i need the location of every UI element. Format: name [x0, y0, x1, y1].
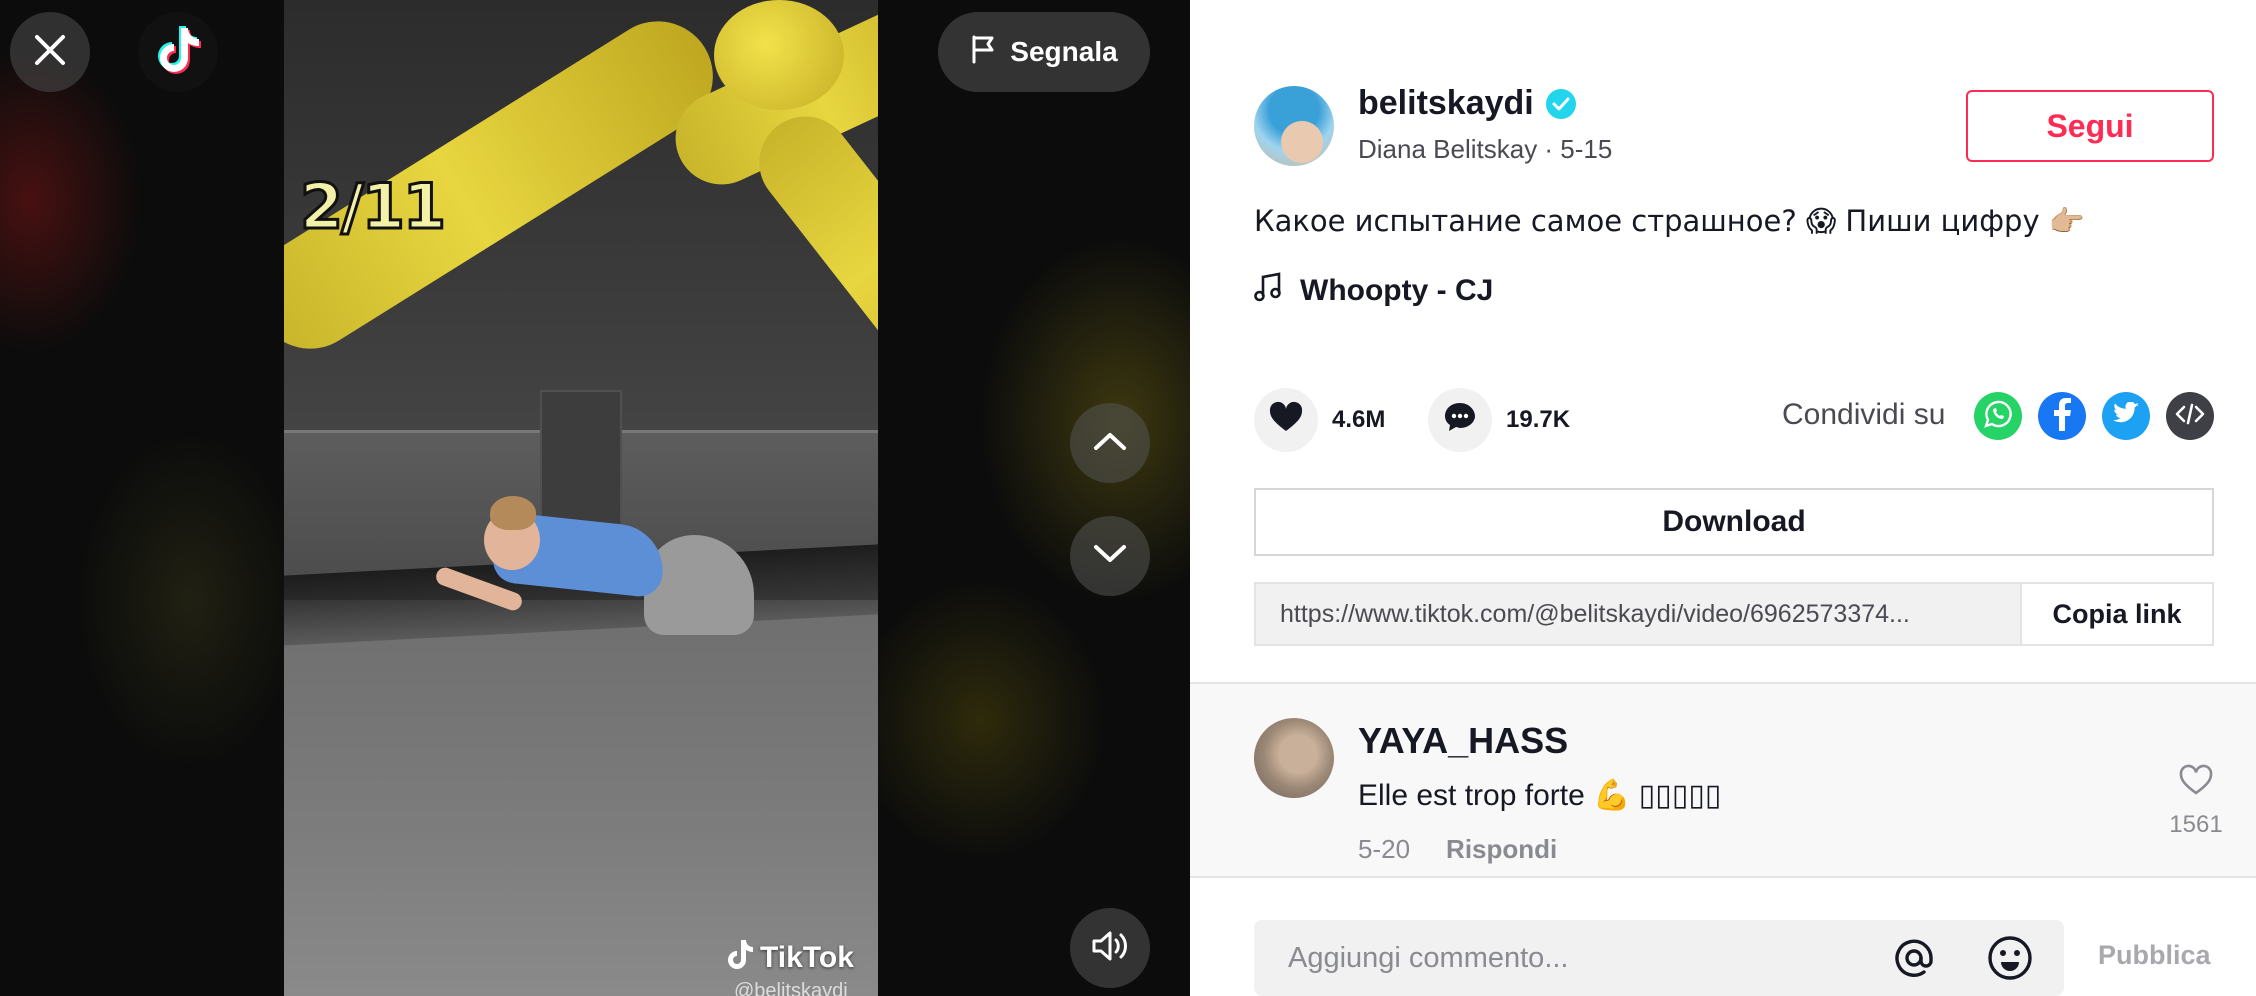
comment-stat[interactable]: 19.7K	[1428, 388, 1570, 452]
previous-video-button[interactable]	[1070, 403, 1150, 483]
author-username-row[interactable]: belitskaydi	[1358, 84, 1576, 123]
tiktok-video-page: 2/11 TikTok @belitskaydi Segnala belitsk…	[0, 0, 2256, 996]
comment-button[interactable]	[1428, 388, 1492, 452]
whatsapp-icon	[1983, 399, 2013, 434]
music-title: Whoopty - CJ	[1300, 274, 1494, 307]
comment-bubble-icon	[1443, 401, 1477, 440]
video-link-box: https://www.tiktok.com/@belitskaydi/vide…	[1254, 582, 2214, 646]
speaker-icon	[1091, 929, 1129, 968]
comment-input[interactable]: Aggiungi commento...	[1254, 920, 2064, 996]
flag-icon	[970, 34, 998, 71]
like-count: 4.6M	[1332, 406, 1386, 433]
comment-text: Elle est trop forte 💪 ▯▯▯▯▯	[1358, 779, 1722, 812]
tiktok-logo-icon	[155, 24, 201, 81]
comments-list: YAYA_HASS Elle est trop forte 💪 ▯▯▯▯▯ 5-…	[1190, 682, 2256, 876]
watermark-user: @belitskaydi	[734, 980, 848, 996]
like-stat[interactable]: 4.6M	[1254, 388, 1385, 452]
video-scene-beam-cap	[714, 0, 844, 110]
music-note-icon	[1254, 272, 1282, 310]
tiktok-home-button[interactable]	[138, 12, 218, 92]
author-username[interactable]: belitskaydi	[1358, 84, 1534, 123]
embed-code-icon	[2175, 403, 2205, 430]
comment-meta: 5-20 Rispondi	[1358, 834, 1557, 865]
facebook-icon	[2051, 397, 2073, 436]
download-button[interactable]: Download	[1254, 488, 2214, 556]
publish-button[interactable]: Pubblica	[2098, 940, 2211, 971]
embed-share-button[interactable]	[2166, 392, 2214, 440]
video-pane: 2/11 TikTok @belitskaydi Segnala	[0, 0, 1190, 996]
reply-button[interactable]: Rispondi	[1446, 834, 1557, 865]
video-scene-floor	[284, 600, 878, 996]
emoji-icon[interactable]	[1986, 934, 2034, 987]
music-link[interactable]: Whoopty - CJ	[1254, 272, 1493, 310]
comment-date: 5-20	[1358, 834, 1411, 864]
tiktok-logo-icon	[724, 938, 754, 978]
comment-username[interactable]: YAYA_HASS	[1358, 720, 1568, 762]
comment-avatar[interactable]	[1254, 718, 1334, 798]
heart-outline-icon	[2178, 764, 2214, 803]
twitter-icon	[2112, 400, 2140, 431]
facebook-share-button[interactable]	[2038, 392, 2086, 440]
chevron-up-icon	[1093, 431, 1127, 456]
video-counter-overlay: 2/11	[298, 169, 447, 245]
copy-link-button[interactable]: Copia link	[2020, 584, 2212, 644]
heart-icon	[1268, 401, 1304, 440]
close-icon	[33, 33, 67, 72]
mention-at-icon[interactable]	[1890, 934, 1938, 987]
comment-like-count: 1561	[2169, 811, 2223, 838]
video-scene-person-hair	[490, 496, 536, 530]
like-button[interactable]	[1254, 388, 1318, 452]
report-label: Segnala	[1010, 36, 1118, 67]
details-panel: belitskaydi Diana Belitskay · 5-15 Segui…	[1190, 0, 2256, 996]
author-avatar[interactable]	[1254, 86, 1334, 166]
video-player[interactable]: 2/11 TikTok @belitskaydi	[284, 0, 878, 996]
video-link-url[interactable]: https://www.tiktok.com/@belitskaydi/vide…	[1256, 584, 2020, 644]
watermark-brand: TikTok	[760, 941, 854, 974]
share-label: Condividi su	[1782, 398, 1946, 431]
report-button[interactable]: Segnala	[938, 12, 1150, 92]
video-watermark: TikTok	[724, 938, 854, 978]
whatsapp-share-button[interactable]	[1974, 392, 2022, 440]
volume-button[interactable]	[1070, 908, 1150, 988]
comment-composer: Aggiungi commento... Pubblica	[1190, 876, 2256, 996]
twitter-share-button[interactable]	[2102, 392, 2150, 440]
comment-count: 19.7K	[1506, 406, 1571, 433]
video-caption: Какое испытание самое страшное? 😱 Пиши ц…	[1254, 204, 2085, 238]
next-video-button[interactable]	[1070, 516, 1150, 596]
comment-like-button[interactable]: 1561	[2166, 764, 2226, 839]
author-subline: Diana Belitskay · 5-15	[1358, 134, 1613, 164]
chevron-down-icon	[1093, 544, 1127, 569]
close-button[interactable]	[10, 12, 90, 92]
verified-badge-icon	[1545, 88, 1576, 119]
follow-button[interactable]: Segui	[1966, 90, 2214, 162]
